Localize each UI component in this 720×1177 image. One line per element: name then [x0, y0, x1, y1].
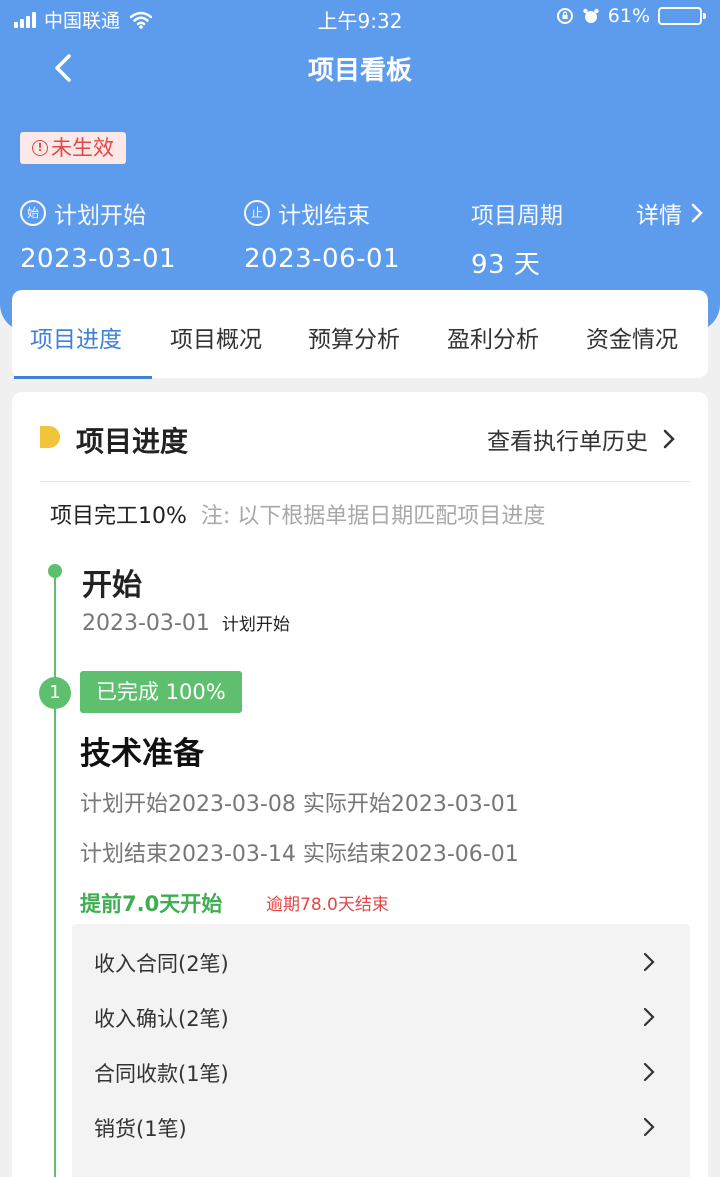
status-badge: ! 未生效 — [20, 132, 126, 164]
completion-note: 注: 以下根据单据日期匹配项目进度 — [200, 504, 546, 529]
page-title: 项目看板 — [307, 56, 412, 86]
status-bar: 中国联通 上午9:32 61% — [0, 0, 720, 36]
battery-icon — [658, 7, 706, 25]
tab-profit-analysis[interactable]: 盈利分析 — [447, 320, 539, 354]
chevron-right-icon — [643, 1117, 655, 1137]
project-period-info: 项目周期 93 天 — [471, 196, 563, 281]
list-item-label: 合同收款(1笔) — [94, 1062, 229, 1086]
active-tab-indicator — [14, 376, 152, 379]
plan-end-label: 计划结束 — [278, 203, 370, 229]
plan-end-info: 止计划结束 2023-06-01 — [244, 196, 400, 274]
early-start-text: 提前7.0天开始 — [80, 892, 223, 916]
chevron-right-icon — [643, 1062, 655, 1082]
list-item-partial[interactable] — [72, 1162, 690, 1177]
step-plan-start-line: 计划开始2023-03-08 实际开始2023-03-01 — [80, 792, 519, 817]
history-link[interactable]: 查看执行单历史 — [487, 422, 678, 456]
start-step-date-line: 2023-03-01 计划开始 — [82, 610, 290, 636]
navigation-bar: 项目看板 — [0, 40, 720, 96]
details-link[interactable]: 详情 — [636, 196, 706, 230]
document-list: 收入合同(2笔) 收入确认(2笔) 合同收款(1笔) 销货(1笔) — [72, 924, 690, 1177]
chevron-right-icon — [691, 203, 703, 223]
step-title: 技术准备 — [80, 736, 204, 772]
details-label: 详情 — [636, 203, 682, 229]
chevron-right-icon — [663, 429, 675, 449]
list-item[interactable]: 销货(1笔) — [72, 1099, 690, 1155]
list-item-label: 销货(1笔) — [94, 1117, 187, 1141]
alarm-icon — [583, 8, 599, 23]
tab-bar: 项目进度 项目概况 预算分析 盈利分析 资金情况 — [12, 290, 708, 379]
list-item[interactable]: 合同收款(1笔) — [72, 1044, 690, 1100]
list-item-label: 收入合同(2笔) — [94, 952, 229, 976]
list-item-label: 收入确认(2笔) — [94, 1007, 229, 1031]
completion-text: 项目完工10% — [50, 504, 187, 529]
start-tag: 计划开始 — [221, 615, 290, 635]
chevron-right-icon — [643, 1007, 655, 1027]
plan-start-label: 计划开始 — [54, 203, 146, 229]
timeline-line — [54, 570, 56, 1177]
plan-start-info: 始计划开始 2023-03-01 — [20, 196, 176, 274]
tab-project-overview[interactable]: 项目概况 — [170, 320, 262, 354]
start-icon: 始 — [20, 200, 46, 226]
section-title: 项目进度 — [76, 425, 189, 458]
tab-funds-status[interactable]: 资金情况 — [586, 320, 678, 354]
status-badge-label: 未生效 — [51, 136, 114, 160]
divider — [40, 481, 690, 482]
step-plan-end-line: 计划结束2023-03-14 实际结束2023-06-01 — [80, 842, 519, 867]
list-item[interactable]: 收入合同(2笔) — [72, 934, 690, 990]
progress-card: 项目进度 查看执行单历史 项目完工10% 注: 以下根据单据日期匹配项目进度 开始… — [12, 392, 708, 1177]
project-name-clipped — [20, 92, 620, 102]
start-date: 2023-03-01 — [82, 611, 210, 636]
completion-badge: 已完成 100% — [80, 671, 242, 713]
rotation-lock-icon — [556, 8, 573, 24]
start-step-title: 开始 — [82, 568, 142, 603]
warning-icon: ! — [32, 140, 48, 156]
completion-line: 项目完工10% 注: 以下根据单据日期匹配项目进度 — [50, 498, 545, 530]
list-item[interactable]: 收入确认(2笔) — [72, 989, 690, 1045]
timeline-start-dot — [48, 564, 62, 578]
end-icon: 止 — [244, 200, 270, 226]
late-end-text: 逾期78.0天结束 — [266, 895, 389, 915]
chevron-right-icon — [643, 952, 655, 972]
period-value: 93 天 — [471, 250, 541, 280]
plan-start-value: 2023-03-01 — [20, 244, 177, 274]
battery-percent: 61% — [607, 5, 650, 27]
period-label: 项目周期 — [471, 203, 563, 229]
history-link-label: 查看执行单历史 — [487, 429, 648, 455]
plan-end-value: 2023-06-01 — [244, 244, 401, 274]
tab-budget-analysis[interactable]: 预算分析 — [308, 320, 400, 354]
section-marker-icon — [40, 426, 60, 448]
step-number-badge: 1 — [39, 677, 71, 709]
tab-project-progress[interactable]: 项目进度 — [30, 320, 122, 354]
